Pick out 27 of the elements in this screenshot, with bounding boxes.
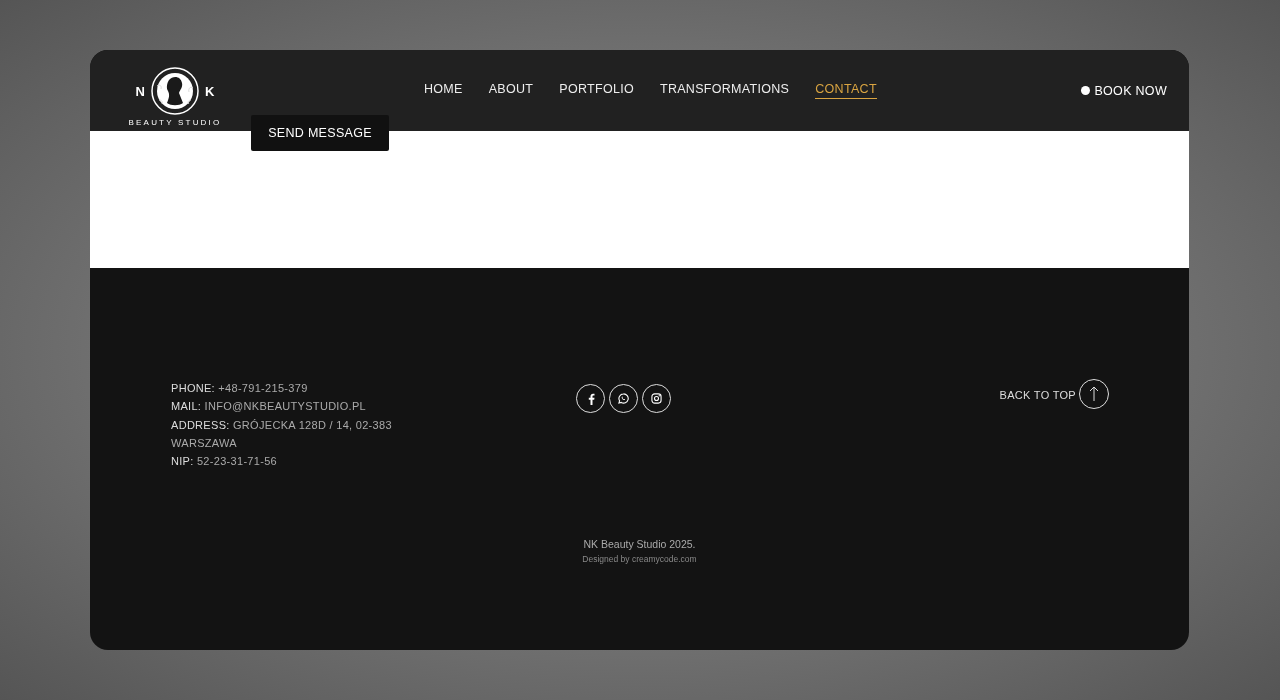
logo-letter: N <box>135 83 145 99</box>
contact-value: 52-23-31-71-56 <box>196 455 277 468</box>
contact-value: WARSZAWA <box>171 436 237 449</box>
nav-link[interactable]: CONTACT <box>815 82 877 99</box>
nav-link[interactable]: PORTFOLIO <box>559 82 634 99</box>
nav-link[interactable]: HOME <box>424 82 463 99</box>
logo-letter: K <box>205 83 215 99</box>
contact-label: NIP: <box>171 455 194 468</box>
nav-link[interactable]: ABOUT <box>488 82 534 99</box>
contact-value: +48-791-215-379 <box>218 382 308 394</box>
facebook-icon <box>586 392 596 405</box>
credit-link[interactable]: Designed by creamycode.com <box>582 554 697 564</box>
copyright-text: NK Beauty Studio 2025. <box>583 538 696 550</box>
send-message-button[interactable]: SEND MESSAGE <box>251 115 389 151</box>
chat-bubble-icon <box>618 393 630 404</box>
nav-link[interactable]: TRANSFORMATIONS <box>659 82 790 99</box>
arrow-up-icon <box>1089 386 1099 402</box>
book-now-link[interactable]: BOOK NOW <box>1081 83 1167 98</box>
contact-label: ADDRESS: <box>171 418 230 431</box>
instagram-icon <box>651 393 663 404</box>
contact-value: GRÓJECKA 128D / 14, 02-383 <box>233 418 392 431</box>
contact-label: PHONE: <box>171 382 215 394</box>
back-to-top-link[interactable]: BACK TO TOP <box>999 389 1076 401</box>
contact-value: INFO@NKBEAUTYSTUDIO.PL <box>204 400 366 413</box>
logo-emblem-icon <box>149 66 201 116</box>
contact-label: MAIL: <box>171 400 202 413</box>
logo-tagline: BEAUTY STUDIO <box>128 118 222 127</box>
